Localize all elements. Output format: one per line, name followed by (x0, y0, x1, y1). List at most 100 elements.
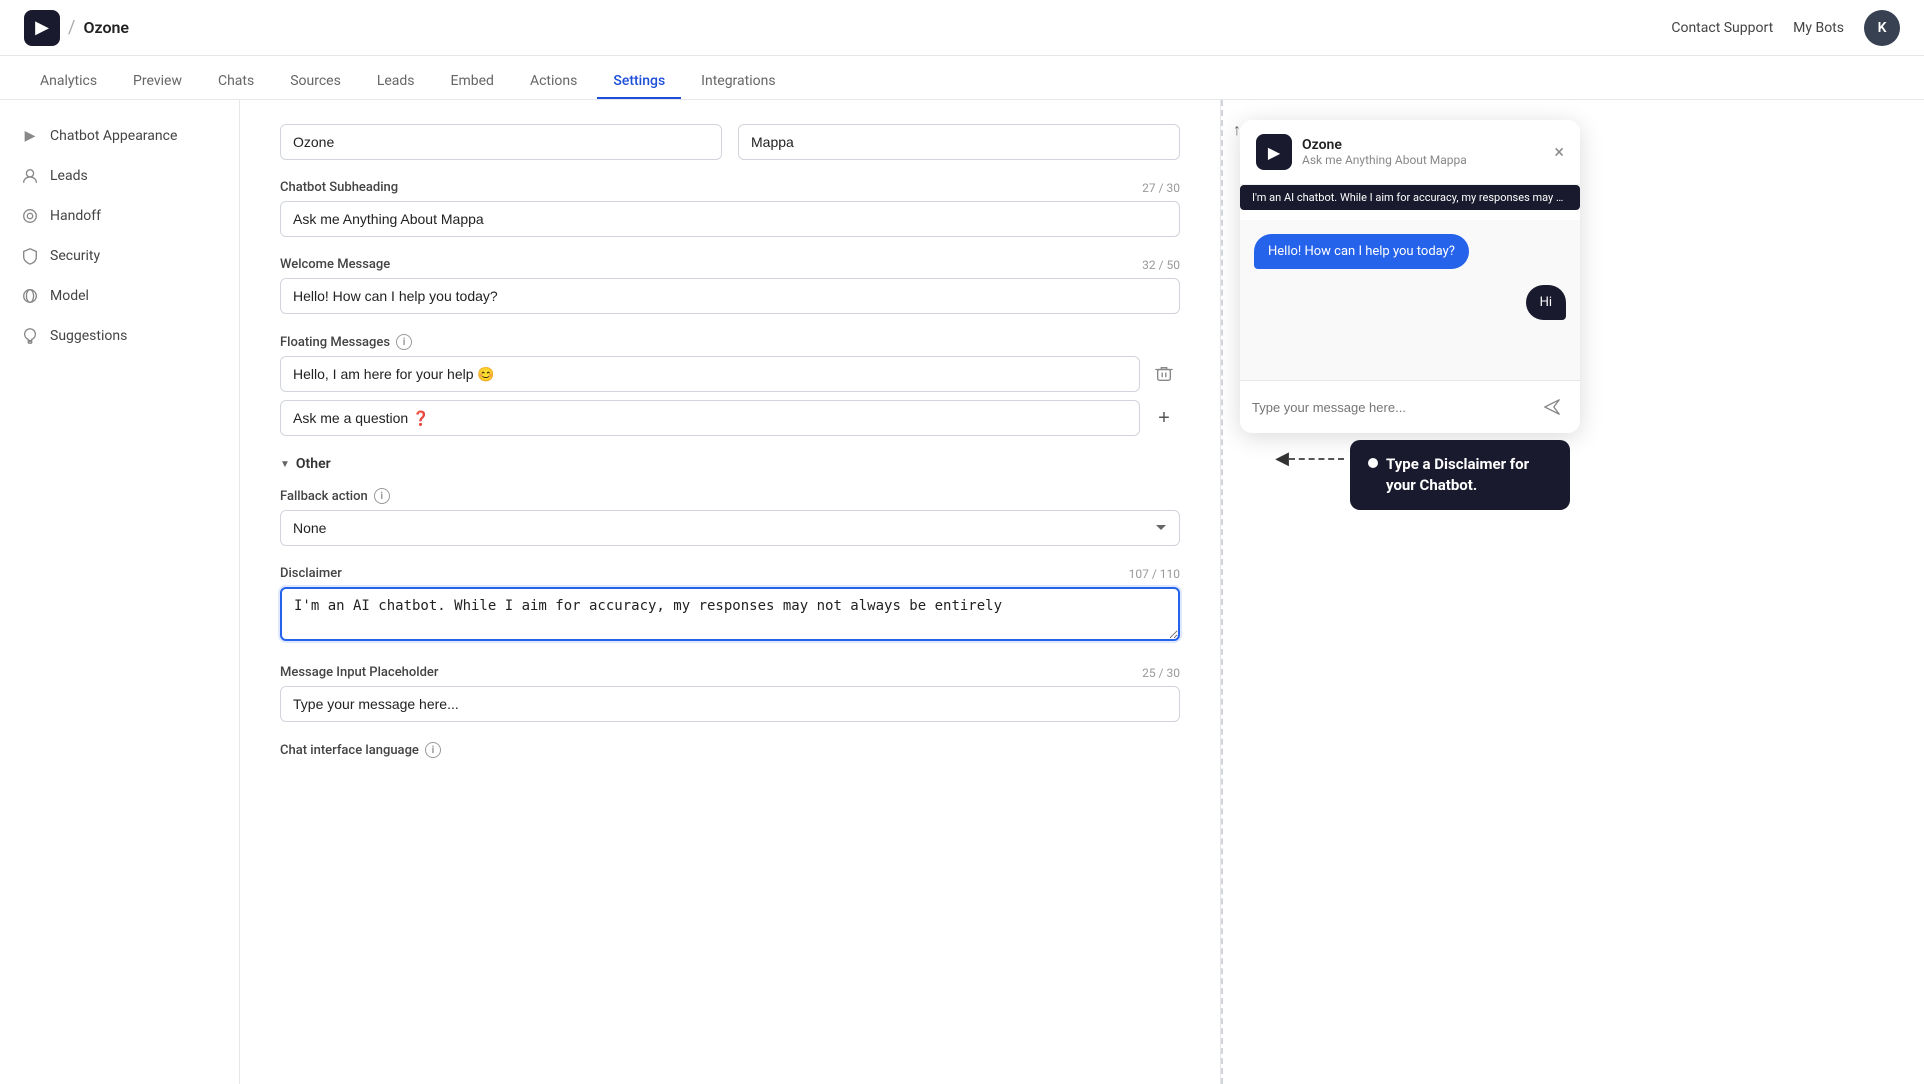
subheading-label-row: Chatbot Subheading 27 / 30 (280, 180, 1180, 195)
chat-widget-header: ▶ Ozone Ask me Anything About Mappa × (1240, 120, 1580, 185)
sidebar-item-label: Model (50, 288, 89, 304)
arrow-head-left: ◀ (1275, 448, 1289, 469)
chat-tooltip-bar: I'm an AI chatbot. While I aim for accur… (1240, 185, 1580, 210)
other-section-label: Other (296, 456, 331, 472)
callout-text: Type a Disclaimer for your Chatbot. (1386, 454, 1552, 496)
chatbot-name-input2[interactable] (738, 124, 1180, 160)
sidebar-item-label: Leads (50, 168, 88, 184)
subheading-label: Chatbot Subheading (280, 180, 398, 195)
chat-widget-close[interactable]: × (1554, 142, 1564, 163)
fallback-label: Fallback action (280, 489, 368, 504)
tab-actions[interactable]: Actions (514, 65, 593, 99)
sidebar-item-model[interactable]: Model (0, 276, 239, 316)
chat-widget-title: Ozone (1302, 137, 1544, 153)
main-layout: ▶ Chatbot Appearance Leads Handoff Secur… (0, 100, 1924, 1084)
tab-embed[interactable]: Embed (435, 65, 510, 99)
logo-icon: ▶ (24, 10, 60, 46)
chat-widget-logo: ▶ (1256, 134, 1292, 170)
floating-msg-row-1 (280, 356, 1180, 392)
suggestions-icon (20, 326, 40, 346)
tab-settings[interactable]: Settings (597, 65, 681, 99)
dashed-vertical-line (1221, 100, 1223, 1084)
tab-leads[interactable]: Leads (361, 65, 431, 99)
welcome-label: Welcome Message (280, 257, 390, 272)
sidebar-item-label: Handoff (50, 208, 101, 224)
security-icon (20, 246, 40, 266)
floating-messages-row: Floating Messages i + (280, 334, 1180, 436)
chat-header-text: Ozone Ask me Anything About Mappa (1302, 137, 1544, 167)
fallback-info-icon[interactable]: i (374, 488, 390, 504)
expand-preview-btn[interactable]: ↑ (1233, 120, 1241, 140)
sidebar-item-label: Suggestions (50, 328, 127, 344)
floating-msg-input-1[interactable] (280, 356, 1140, 392)
tab-chats[interactable]: Chats (202, 65, 270, 99)
chat-preview-panel: ▶ Ozone Ask me Anything About Mappa × I'… (1220, 100, 1600, 1084)
chat-message-input[interactable] (1252, 400, 1528, 415)
welcome-count: 32 / 50 (1142, 258, 1180, 272)
chat-input-row (1240, 380, 1580, 433)
my-bots-link[interactable]: My Bots (1793, 20, 1844, 36)
callout-box: Type a Disclaimer for your Chatbot. (1350, 440, 1570, 510)
sidebar-item-label: Security (50, 248, 100, 264)
disclaimer-row: Disclaimer 107 / 110 I'm an AI chatbot. … (280, 566, 1180, 645)
bot-bubble: Hello! How can I help you today? (1254, 234, 1566, 277)
msg-placeholder-input[interactable] (280, 686, 1180, 722)
other-section: ▼ Other Fallback action i None Human Han… (280, 456, 1180, 758)
sidebar-item-label: Chatbot Appearance (50, 128, 177, 144)
user-avatar[interactable]: K (1864, 10, 1900, 46)
welcome-message-row: Welcome Message 32 / 50 (280, 257, 1180, 314)
disclaimer-count: 107 / 110 (1129, 567, 1180, 581)
callout-dot-icon (1368, 458, 1378, 468)
contact-support-link[interactable]: Contact Support (1671, 20, 1773, 36)
main-content: Chatbot Subheading 27 / 30 Welcome Messa… (240, 100, 1220, 1084)
disclaimer-textarea[interactable]: I'm an AI chatbot. While I aim for accur… (280, 587, 1180, 641)
chatbot-name-row (280, 124, 1180, 160)
model-icon (20, 286, 40, 306)
subheading-input[interactable] (280, 201, 1180, 237)
subheading-row: Chatbot Subheading 27 / 30 (280, 180, 1180, 237)
topbar-left: ▶ / Ozone (24, 10, 129, 46)
chat-lang-info-icon[interactable]: i (425, 742, 441, 758)
chatbot-name-input1[interactable] (280, 124, 722, 160)
sidebar-item-suggestions[interactable]: Suggestions (0, 316, 239, 356)
bot-message: Hello! How can I help you today? (1254, 234, 1469, 269)
tab-integrations[interactable]: Integrations (685, 65, 791, 99)
floating-msg-input-2[interactable] (280, 400, 1140, 436)
sidebar-item-chatbot-appearance[interactable]: ▶ Chatbot Appearance (0, 116, 239, 156)
add-floating-msg[interactable]: + (1148, 402, 1180, 434)
tab-analytics[interactable]: Analytics (24, 65, 113, 99)
leads-icon (20, 166, 40, 186)
user-message: Hi (1526, 285, 1566, 320)
other-arrow-icon: ▼ (280, 459, 290, 470)
floating-msg-row-2: + (280, 400, 1180, 436)
chat-widget-subtitle: Ask me Anything About Mappa (1302, 153, 1544, 167)
other-section-header[interactable]: ▼ Other (280, 456, 1180, 472)
arrow-connector: ◀ (1275, 448, 1344, 469)
chat-messages: Hello! How can I help you today? Hi (1240, 220, 1580, 380)
sidebar-item-leads[interactable]: Leads (0, 156, 239, 196)
chatbot-name-field2 (738, 124, 1180, 160)
send-button[interactable] (1536, 391, 1568, 423)
msg-placeholder-label-row: Message Input Placeholder 25 / 30 (280, 665, 1180, 680)
chat-lang-label: Chat interface language (280, 743, 419, 758)
welcome-input[interactable] (280, 278, 1180, 314)
tab-sources[interactable]: Sources (274, 65, 357, 99)
msg-placeholder-row: Message Input Placeholder 25 / 30 (280, 665, 1180, 722)
tab-preview[interactable]: Preview (117, 65, 198, 99)
handoff-icon (20, 206, 40, 226)
separator: / (68, 17, 75, 38)
fallback-label-row: Fallback action i (280, 488, 1180, 504)
dashed-arrow-line (1289, 458, 1344, 460)
topbar: ▶ / Ozone Contact Support My Bots K (0, 0, 1924, 56)
brand-name: Ozone (83, 18, 129, 37)
subheading-count: 27 / 30 (1142, 181, 1180, 195)
fallback-select[interactable]: None Human Handoff Custom (280, 510, 1180, 546)
floating-info-icon[interactable]: i (396, 334, 412, 350)
delete-floating-msg-1[interactable] (1148, 358, 1180, 390)
appearance-icon: ▶ (20, 126, 40, 146)
sidebar-item-security[interactable]: Security (0, 236, 239, 276)
sidebar-item-handoff[interactable]: Handoff (0, 196, 239, 236)
chat-lang-row: Chat interface language i (280, 742, 1180, 758)
msg-placeholder-count: 25 / 30 (1142, 666, 1180, 680)
chatbot-name-field1 (280, 124, 722, 160)
